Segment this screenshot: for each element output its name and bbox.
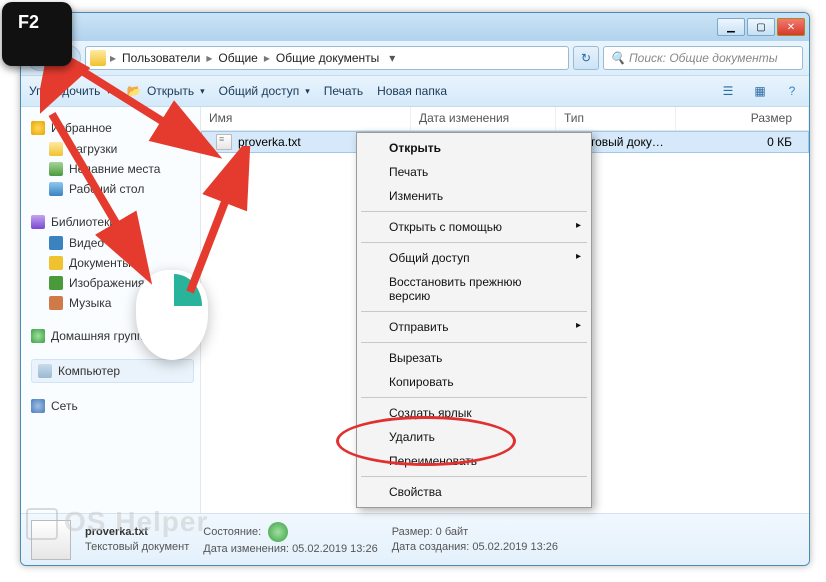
keycap-f2: F2 bbox=[2, 2, 72, 66]
breadcrumb-item[interactable]: Пользователи bbox=[120, 51, 202, 65]
print-button[interactable]: Печать bbox=[324, 84, 363, 98]
chevron-right-icon: ▸ bbox=[110, 51, 116, 65]
library-icon bbox=[31, 215, 45, 229]
sidebar-favorites[interactable]: Избранное bbox=[31, 121, 194, 135]
details-mtime-label: Дата изменения: bbox=[203, 543, 289, 555]
ctx-open-with[interactable]: Открыть с помощью bbox=[359, 215, 589, 239]
column-date[interactable]: Дата изменения bbox=[411, 107, 556, 130]
computer-icon bbox=[38, 364, 52, 378]
column-name[interactable]: Имя bbox=[201, 107, 411, 130]
ctx-properties[interactable]: Свойства bbox=[359, 480, 589, 504]
sidebar-item-desktop[interactable]: Рабочий стол bbox=[27, 179, 194, 199]
folder-icon bbox=[49, 142, 63, 156]
file-name: proverka.txt bbox=[238, 135, 301, 149]
open-icon: 📂 bbox=[125, 82, 143, 100]
ctx-send-to[interactable]: Отправить bbox=[359, 315, 589, 339]
breadcrumb[interactable]: ▸ Пользователи ▸ Общие ▸ Общие документы… bbox=[85, 46, 569, 70]
breadcrumb-item[interactable]: Общие документы bbox=[274, 51, 381, 65]
doc-icon bbox=[49, 256, 63, 270]
ctx-copy[interactable]: Копировать bbox=[359, 370, 589, 394]
ctx-cut[interactable]: Вырезать bbox=[359, 346, 589, 370]
view-button[interactable]: ☰ bbox=[719, 82, 737, 100]
recent-icon bbox=[49, 162, 63, 176]
mouse-illustration bbox=[136, 270, 208, 360]
file-size: 0 КБ bbox=[677, 135, 808, 149]
shared-state-icon bbox=[268, 522, 288, 542]
desktop-icon bbox=[49, 182, 63, 196]
toolbar: Упорядочить 📂 Открыть Общий доступ Печат… bbox=[21, 75, 809, 107]
folder-icon bbox=[90, 50, 106, 66]
breadcrumb-item[interactable]: Общие bbox=[216, 51, 259, 65]
organize-button[interactable]: Упорядочить bbox=[29, 84, 111, 98]
search-placeholder: Поиск: Общие документы bbox=[629, 51, 778, 65]
details-mtime: 05.02.2019 13:26 bbox=[292, 543, 378, 555]
column-type[interactable]: Тип bbox=[556, 107, 676, 130]
ctx-edit[interactable]: Изменить bbox=[359, 184, 589, 208]
sidebar-item-recent[interactable]: Недавние места bbox=[27, 159, 194, 179]
share-button[interactable]: Общий доступ bbox=[219, 84, 310, 98]
address-bar-row: ◄ ► ▸ Пользователи ▸ Общие ▸ Общие докум… bbox=[21, 41, 809, 75]
chevron-right-icon: ▸ bbox=[264, 51, 270, 65]
homegroup-icon bbox=[31, 329, 45, 343]
details-state-label: Состояние: bbox=[203, 526, 261, 538]
refresh-button[interactable]: ↻ bbox=[573, 46, 599, 70]
preview-pane-button[interactable]: ▦ bbox=[751, 82, 769, 100]
ctx-create-shortcut[interactable]: Создать ярлык bbox=[359, 401, 589, 425]
help-button[interactable]: ? bbox=[783, 82, 801, 100]
watermark-icon bbox=[26, 508, 58, 540]
open-button[interactable]: 📂 Открыть bbox=[125, 82, 205, 100]
ctx-restore-version[interactable]: Восстановить прежнюю версию bbox=[359, 270, 589, 308]
music-icon bbox=[49, 296, 63, 310]
details-size: 0 байт bbox=[436, 526, 469, 538]
image-icon bbox=[49, 276, 63, 290]
ctx-delete[interactable]: Удалить bbox=[359, 425, 589, 449]
sidebar-network[interactable]: Сеть bbox=[31, 399, 194, 413]
sidebar-libraries[interactable]: Библиотеки bbox=[31, 215, 194, 229]
sidebar-computer[interactable]: Компьютер bbox=[31, 359, 194, 383]
search-icon: 🔍 bbox=[610, 51, 625, 65]
text-file-icon bbox=[216, 134, 232, 150]
close-button[interactable]: ✕ bbox=[777, 18, 805, 36]
ctx-rename[interactable]: Переименовать bbox=[359, 449, 589, 473]
details-size-label: Размер: bbox=[392, 526, 433, 538]
minimize-button[interactable]: ▁ bbox=[717, 18, 745, 36]
details-filetype: Текстовый документ bbox=[85, 541, 189, 553]
video-icon bbox=[49, 236, 63, 250]
chevron-right-icon: ▸ bbox=[206, 51, 212, 65]
details-ctime-label: Дата создания: bbox=[392, 541, 470, 553]
new-folder-button[interactable]: Новая папка bbox=[377, 84, 447, 98]
breadcrumb-dropdown[interactable]: ▾ bbox=[385, 51, 399, 65]
maximize-button[interactable]: ▢ bbox=[747, 18, 775, 36]
sidebar-item-downloads[interactable]: Загрузки bbox=[27, 139, 194, 159]
ctx-open[interactable]: Открыть bbox=[359, 136, 589, 160]
watermark: OS Helper bbox=[26, 506, 208, 540]
network-icon bbox=[31, 399, 45, 413]
details-ctime: 05.02.2019 13:26 bbox=[472, 541, 558, 553]
ctx-share[interactable]: Общий доступ bbox=[359, 246, 589, 270]
star-icon bbox=[31, 121, 45, 135]
search-input[interactable]: 🔍 Поиск: Общие документы bbox=[603, 46, 803, 70]
column-size[interactable]: Размер bbox=[676, 107, 809, 130]
ctx-print[interactable]: Печать bbox=[359, 160, 589, 184]
sidebar-item-video[interactable]: Видео bbox=[27, 233, 194, 253]
context-menu: Открыть Печать Изменить Открыть с помощь… bbox=[356, 132, 592, 508]
titlebar: ▁ ▢ ✕ bbox=[21, 13, 809, 41]
column-headers: Имя Дата изменения Тип Размер bbox=[201, 107, 809, 131]
